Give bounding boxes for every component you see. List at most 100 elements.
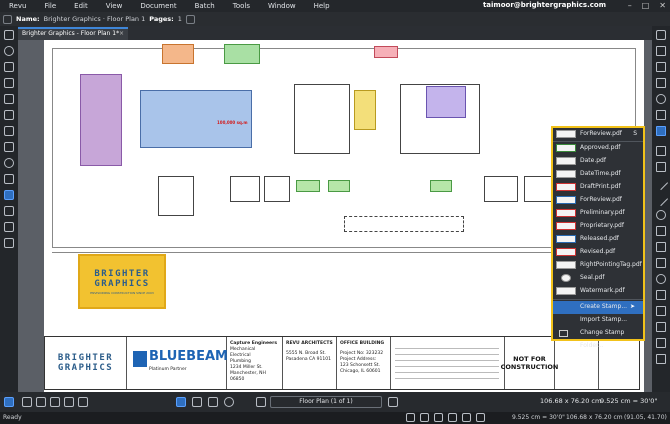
signatures-icon[interactable] <box>4 126 14 136</box>
sync-icon[interactable] <box>476 413 485 422</box>
properties-icon[interactable] <box>4 222 14 232</box>
menu-batch[interactable]: Batch <box>186 2 224 10</box>
select-icon[interactable] <box>192 397 202 407</box>
change-stamp-folder-item[interactable]: Change Stamp Folder... <box>553 327 643 349</box>
room-pink <box>374 46 398 58</box>
stamp-item-rightpointingtag[interactable]: RightPointingTag.pdf <box>553 259 643 272</box>
measurements-icon[interactable] <box>4 206 14 216</box>
line-icon[interactable] <box>653 175 669 191</box>
markups-icon[interactable] <box>4 110 14 120</box>
zoom-icon[interactable] <box>224 397 234 407</box>
search-icon[interactable] <box>4 46 14 56</box>
engineer-address: Manchester, NH 06850 <box>230 371 266 382</box>
core-east <box>400 84 480 154</box>
create-stamp-item[interactable]: Create Stamp... ➤ <box>553 301 643 314</box>
close-window-icon[interactable]: ✕ <box>659 1 666 10</box>
collapse-icon[interactable] <box>656 30 666 40</box>
layers-icon[interactable] <box>4 94 14 104</box>
stamp-item-approved[interactable]: Approved.pdf <box>553 142 643 155</box>
markup-snap-icon[interactable] <box>448 413 457 422</box>
page-navigator[interactable]: Floor Plan (1 of 1) <box>270 396 382 408</box>
image-icon[interactable] <box>656 146 666 156</box>
import-stamp-item[interactable]: Import Stamp... <box>553 314 643 327</box>
stamp-item-revised[interactable]: Revised.pdf <box>553 246 643 259</box>
user-account[interactable]: taimoor@brightergraphics.com <box>483 1 606 9</box>
cloud-icon[interactable] <box>656 94 666 104</box>
menu-help[interactable]: Help <box>305 2 339 10</box>
bookmarks-icon[interactable] <box>4 62 14 72</box>
highlight-icon[interactable] <box>656 78 666 88</box>
menu-tools[interactable]: Tools <box>224 2 259 10</box>
measure-icon[interactable] <box>656 322 666 332</box>
grid-view-icon[interactable] <box>64 397 74 407</box>
eraser-icon[interactable] <box>656 338 666 348</box>
arc-icon[interactable] <box>656 210 666 220</box>
logo-line-1: BRIGHTER <box>94 268 150 279</box>
stamp-item-preliminary[interactable]: Preliminary.pdf <box>553 207 643 220</box>
stamp-item-date[interactable]: Date.pdf <box>553 155 643 168</box>
previous-page-icon[interactable] <box>256 397 266 407</box>
maximize-icon[interactable]: □ <box>642 1 650 10</box>
polyline-icon[interactable] <box>656 226 666 236</box>
document-tab[interactable]: Brighter Graphics - Floor Plan 1* × <box>18 27 128 40</box>
area-icon[interactable] <box>656 306 666 316</box>
stamp-item-released[interactable]: Released.pdf <box>553 233 643 246</box>
text-select-icon[interactable] <box>208 397 218 407</box>
links-icon[interactable] <box>4 142 14 152</box>
room-blue-area <box>140 90 252 148</box>
thumbnails-icon[interactable] <box>4 78 14 88</box>
panel-toggle-icon[interactable] <box>4 397 14 407</box>
stamp-item-seal[interactable]: Seal.pdf <box>553 272 643 285</box>
grid-icon[interactable] <box>406 413 415 422</box>
reuse-icon[interactable] <box>462 413 471 422</box>
minimize-icon[interactable]: – <box>628 1 632 10</box>
stamps-panel-icon[interactable] <box>4 190 14 200</box>
rectangle-icon[interactable] <box>656 258 666 268</box>
text-icon[interactable] <box>656 62 666 72</box>
document-properties-icon[interactable] <box>3 14 12 24</box>
stamp-item-datetime[interactable]: DateTime.pdf <box>553 168 643 181</box>
content-snap-icon[interactable] <box>434 413 443 422</box>
settings-icon[interactable] <box>656 354 666 364</box>
dimension-icon[interactable] <box>656 242 666 252</box>
page-options-icon[interactable] <box>185 14 195 24</box>
callout-icon[interactable] <box>656 110 666 120</box>
area-measurement-label: 100,000 sq.m <box>217 120 248 125</box>
polygon-icon[interactable] <box>656 290 666 300</box>
nfc-cell: NOT FOR CONSTRUCTION <box>501 337 558 389</box>
menu-window[interactable]: Window <box>259 2 305 10</box>
tool-chest-icon[interactable] <box>4 30 14 40</box>
file-access-icon[interactable] <box>4 238 14 248</box>
menu-edit[interactable]: Edit <box>65 2 97 10</box>
snap-icon[interactable] <box>420 413 429 422</box>
menu-view[interactable]: View <box>97 2 132 10</box>
document-name[interactable]: Brighter Graphics · Floor Plan 1 <box>44 15 146 23</box>
next-page-icon[interactable] <box>388 397 398 407</box>
stamp-item-proprietary[interactable]: Proprietary.pdf <box>553 220 643 233</box>
side-by-side-icon[interactable] <box>50 397 60 407</box>
stamp-item-draftprint[interactable]: DraftPrint.pdf <box>553 181 643 194</box>
stamp-cell-2: STAMP <box>599 337 639 389</box>
tab-close-icon[interactable]: × <box>119 30 124 37</box>
ellipse-icon[interactable] <box>656 274 666 284</box>
split-view-icon[interactable] <box>78 397 88 407</box>
menu-document[interactable]: Document <box>131 2 185 10</box>
bottom-toolbar: Floor Plan (1 of 1) 106.68 x 76.20 cm 9.… <box>0 392 670 412</box>
single-page-icon[interactable] <box>22 397 32 407</box>
pan-hand-icon[interactable] <box>176 397 186 407</box>
stamp-thumbnail <box>556 130 576 138</box>
stamp-item-watermark[interactable]: Watermark.pdf <box>553 285 643 298</box>
snapshot-icon[interactable] <box>656 162 666 172</box>
spaces-icon[interactable] <box>4 174 14 184</box>
menu-file[interactable]: File <box>35 2 65 10</box>
stamp-item-forreview-2[interactable]: ForReview.pdf <box>553 194 643 207</box>
stamp-tool-icon[interactable] <box>656 126 666 136</box>
arrow-icon[interactable] <box>653 191 669 207</box>
menu-revu[interactable]: Revu <box>0 2 35 10</box>
studio-icon[interactable] <box>4 158 14 168</box>
project-address: Chicago, IL 60601 <box>340 369 381 374</box>
continuous-page-icon[interactable] <box>36 397 46 407</box>
stamp-thumbnail <box>556 183 576 191</box>
pen-icon[interactable] <box>656 46 666 56</box>
stamp-item-forreview[interactable]: ForReview.pdf S <box>553 128 643 141</box>
